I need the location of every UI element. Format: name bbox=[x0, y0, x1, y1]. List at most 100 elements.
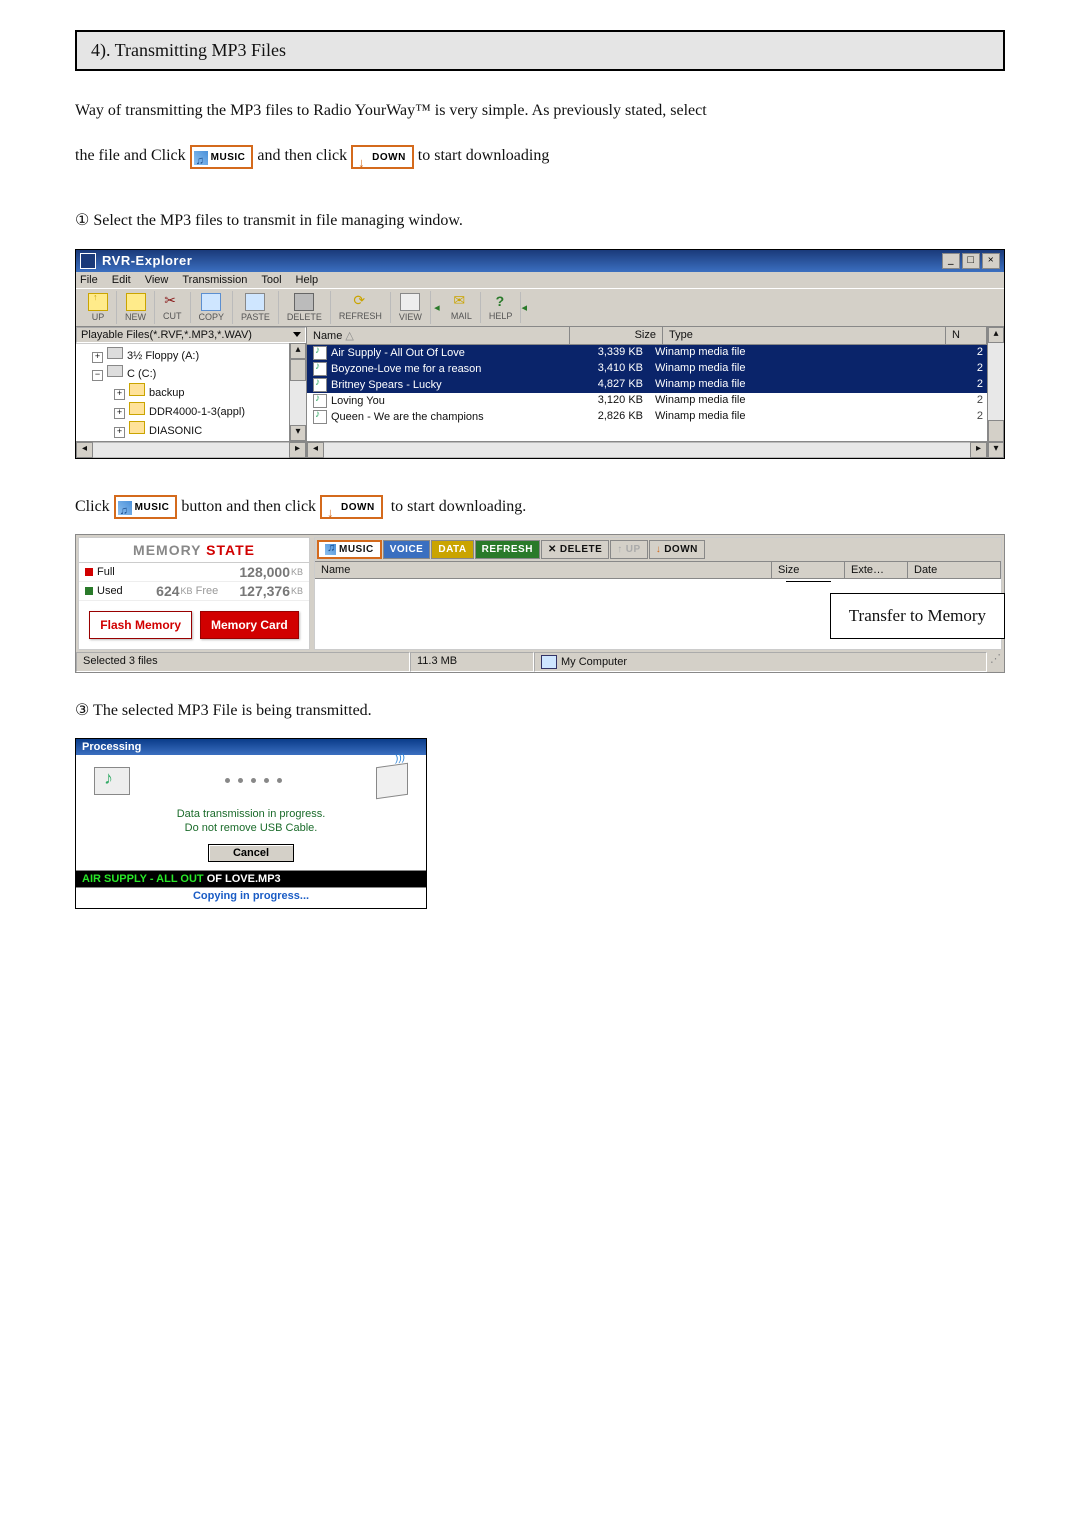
down-arrow-icon bbox=[355, 151, 369, 165]
folder-tree[interactable]: +3½ Floppy (A:) −C (C:) +backup +DDR4000… bbox=[76, 343, 289, 441]
col-type[interactable]: Type bbox=[663, 327, 946, 344]
menu-edit[interactable]: Edit bbox=[112, 274, 131, 286]
table-row[interactable]: Queen - We are the champions2,826 KBWina… bbox=[307, 409, 987, 425]
tool-copy[interactable]: COPY bbox=[191, 291, 234, 324]
table-row[interactable]: Boyzone-Love me for a reason3,410 KBWina… bbox=[307, 361, 987, 377]
file-icon bbox=[313, 362, 327, 376]
file-list: Name △ Size Type N Air Supply - All Out … bbox=[307, 327, 987, 458]
tab-memory-card[interactable]: Memory Card bbox=[200, 611, 299, 639]
list-rows[interactable]: Air Supply - All Out Of Love3,339 KBWina… bbox=[307, 345, 987, 441]
tool-help[interactable]: HELP bbox=[481, 292, 522, 323]
col-size[interactable]: Size bbox=[570, 327, 663, 344]
tool-delete[interactable]: DELETE bbox=[279, 291, 331, 324]
used-swatch bbox=[85, 587, 93, 595]
minimize-button[interactable]: _ bbox=[942, 253, 960, 269]
tab-down[interactable]: ↓DOWN bbox=[649, 540, 705, 559]
memory-file-panel: MUSIC VOICE DATA REFRESH ✕ DELETE ↑ UP ↓… bbox=[314, 537, 1002, 650]
table-row[interactable]: Britney Spears - Lucky4,827 KBWinamp med… bbox=[307, 377, 987, 393]
dialog-title[interactable]: Processing bbox=[76, 739, 426, 755]
menu-transmission[interactable]: Transmission bbox=[182, 274, 247, 286]
table-row[interactable]: Loving You3,120 KBWinamp media file2 bbox=[307, 393, 987, 409]
maximize-button[interactable]: □ bbox=[962, 253, 980, 269]
down-button-inline[interactable]: DOWN bbox=[351, 145, 414, 169]
file-icon bbox=[313, 346, 327, 360]
folder-icon bbox=[129, 402, 145, 415]
step-3-text: ③ The selected MP3 File is being transmi… bbox=[75, 693, 1005, 728]
list-vscroll[interactable]: ▴▾ bbox=[987, 327, 1004, 458]
menu-view[interactable]: View bbox=[145, 274, 169, 286]
tool-up[interactable]: UP bbox=[80, 291, 117, 324]
my-computer-icon bbox=[541, 655, 557, 669]
folder-icon bbox=[129, 421, 145, 434]
processing-dialog: Processing Data transmission in progress… bbox=[75, 738, 427, 909]
file-type-filter[interactable]: Playable Files(*.RVF,*.MP3,*.WAV) bbox=[76, 327, 306, 343]
tool-mail[interactable]: MAIL bbox=[443, 292, 481, 323]
intro-line2: the file and Click MUSIC and then click … bbox=[75, 138, 1005, 173]
file-icon bbox=[313, 378, 327, 392]
tool-new[interactable]: NEW bbox=[117, 291, 155, 324]
col-ext[interactable]: Exte… bbox=[845, 562, 908, 578]
tool-paste[interactable]: PASTE bbox=[233, 291, 279, 324]
folder-icon bbox=[129, 383, 145, 396]
tab-music[interactable]: MUSIC bbox=[317, 540, 382, 559]
col-name[interactable]: Name △ bbox=[307, 327, 570, 344]
tool-cut[interactable]: CUT bbox=[155, 292, 191, 323]
rvr-explorer-window: RVR-Explorer _ □ × File Edit View Transm… bbox=[75, 249, 1005, 459]
tab-refresh[interactable]: REFRESH bbox=[475, 540, 540, 559]
menu-help[interactable]: Help bbox=[296, 274, 319, 286]
table-row[interactable]: Air Supply - All Out Of Love3,339 KBWina… bbox=[307, 345, 987, 361]
window-title: RVR-Explorer bbox=[102, 253, 192, 268]
music-icon bbox=[325, 544, 336, 555]
step-2-text: Click MUSIC button and then click DOWN t… bbox=[75, 489, 1005, 524]
target-device-icon bbox=[376, 763, 408, 799]
tab-flash-memory[interactable]: Flash Memory bbox=[89, 611, 192, 639]
tool-refresh[interactable]: REFRESH bbox=[331, 292, 391, 323]
panel2-columns: Name Size Exte… Date bbox=[315, 561, 1001, 579]
intro-line1: Way of transmitting the MP3 files to Rad… bbox=[75, 93, 1005, 128]
app-icon bbox=[80, 253, 96, 269]
menu-file[interactable]: File bbox=[80, 274, 98, 286]
tab-delete[interactable]: ✕ DELETE bbox=[541, 540, 609, 559]
cancel-button[interactable]: Cancel bbox=[208, 844, 294, 862]
dialog-message: Data transmission in progress. Do not re… bbox=[84, 807, 418, 836]
tab-voice[interactable]: VOICE bbox=[383, 540, 431, 559]
progress-filename: AIR SUPPLY - ALL OUT OF LOVE.MP3 bbox=[76, 871, 426, 887]
music-button-inline[interactable]: MUSIC bbox=[190, 145, 254, 169]
floppy-icon bbox=[107, 347, 123, 359]
toolbar-sep-arrow: ◂ bbox=[431, 301, 443, 314]
list-header: Name △ Size Type N bbox=[307, 327, 987, 345]
drive-icon bbox=[107, 365, 123, 377]
titlebar[interactable]: RVR-Explorer _ □ × bbox=[76, 250, 1004, 272]
col-date[interactable]: Date bbox=[908, 562, 1001, 578]
close-button[interactable]: × bbox=[982, 253, 1000, 269]
resize-grip[interactable]: ⋰ bbox=[987, 652, 1004, 672]
source-device-icon bbox=[94, 767, 130, 795]
memory-state-title: MEMORY STATE bbox=[79, 538, 309, 562]
music-button-inline-2[interactable]: MUSIC bbox=[114, 495, 178, 519]
col-name[interactable]: Name bbox=[315, 562, 772, 578]
toolbar-sep-arrow2: ◂ bbox=[521, 301, 529, 314]
down-button-inline-2[interactable]: DOWN bbox=[320, 495, 383, 519]
callout-transfer: Transfer to Memory bbox=[830, 593, 1005, 639]
file-icon bbox=[313, 394, 327, 408]
menubar: File Edit View Transmission Tool Help bbox=[76, 272, 1004, 289]
status-location: My Computer bbox=[534, 652, 987, 672]
progress-status: Copying in progress... bbox=[76, 887, 426, 904]
tab-data[interactable]: DATA bbox=[431, 540, 473, 559]
status-selected: Selected 3 files bbox=[76, 652, 410, 672]
callout-leader bbox=[786, 581, 831, 582]
list-hscroll[interactable]: ◂▸ bbox=[307, 441, 987, 458]
full-swatch bbox=[85, 568, 93, 576]
menu-tool[interactable]: Tool bbox=[261, 274, 281, 286]
col-size[interactable]: Size bbox=[772, 562, 845, 578]
col-n[interactable]: N bbox=[946, 327, 987, 344]
file-icon bbox=[313, 410, 327, 424]
chevron-down-icon bbox=[293, 332, 301, 337]
tab-up[interactable]: ↑ UP bbox=[610, 540, 647, 559]
memory-state-box: MEMORY STATE Full 128,000KB Used 624KB F… bbox=[78, 537, 310, 650]
tool-view[interactable]: VIEW bbox=[391, 291, 431, 324]
music-icon bbox=[194, 151, 208, 165]
tree-hscroll[interactable]: ◂▸ bbox=[76, 441, 306, 458]
step-1-text: ① Select the MP3 files to transmit in fi… bbox=[75, 203, 1005, 238]
tree-vscroll[interactable]: ▴▾ bbox=[289, 343, 306, 441]
